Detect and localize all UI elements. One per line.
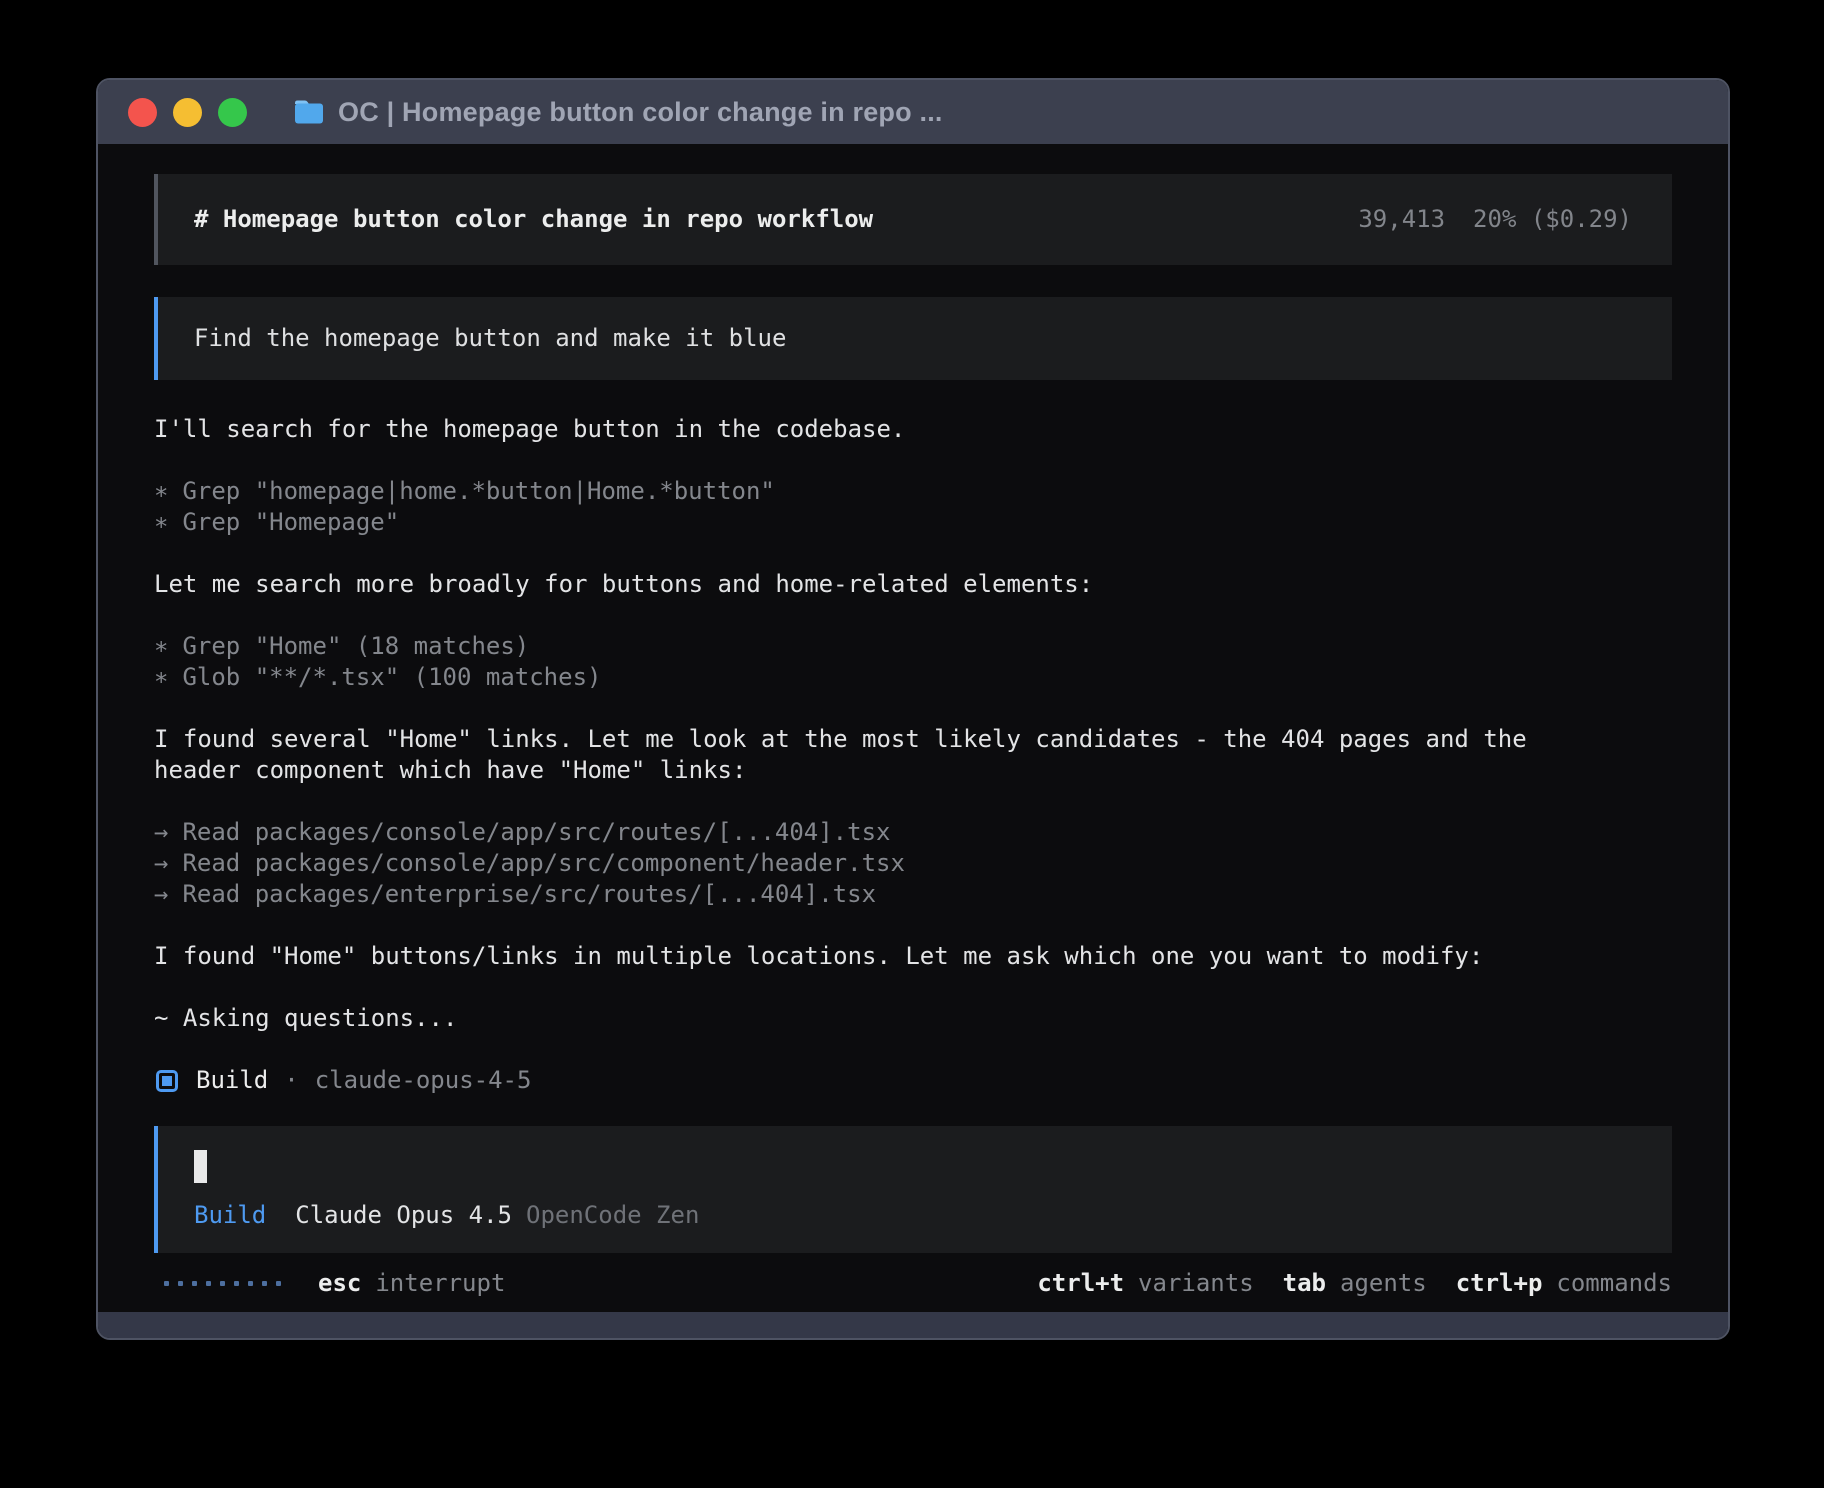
esc-label: interrupt (375, 1268, 505, 1299)
context-usage: 20% ($0.29) (1473, 204, 1632, 235)
arrow-right-icon: → (154, 817, 168, 848)
tool-call-read: → Read packages/console/app/src/componen… (154, 848, 1672, 879)
tool-call-text: Read packages/console/app/src/routes/[..… (182, 817, 890, 848)
tool-call-text: Grep "Home" (18 matches) (182, 631, 529, 662)
tool-call-grep: ∗ Grep "Homepage" (154, 507, 1672, 538)
user-message: Find the homepage button and make it blu… (154, 297, 1672, 380)
tool-call-group: ∗ Grep "Home" (18 matches) ∗ Glob "**/*.… (154, 631, 1672, 693)
shortcut-label: commands (1556, 1268, 1672, 1299)
provider-name: OpenCode Zen (526, 1200, 699, 1231)
asterisk-icon: ∗ (154, 476, 168, 507)
tool-call-text: Grep "homepage|home.*button|Home.*button… (182, 476, 774, 507)
session-header: # Homepage button color change in repo w… (154, 174, 1672, 265)
tool-call-read: → Read packages/console/app/src/routes/[… (154, 817, 1672, 848)
terminal-content: # Homepage button color change in repo w… (98, 144, 1728, 1312)
agent-build-icon (156, 1070, 178, 1092)
status-bar: esc interrupt ctrl+t variants tab agents… (154, 1268, 1672, 1299)
badge-separator: · (284, 1065, 298, 1096)
input-meta: Build Claude Opus 4.5 OpenCode Zen (194, 1200, 1632, 1231)
zoom-button[interactable] (218, 98, 247, 127)
assistant-text: I'll search for the homepage button in t… (154, 414, 1672, 445)
window-bottom-strip (98, 1312, 1728, 1338)
shortcut-commands: ctrl+p commands (1456, 1268, 1672, 1299)
arrow-right-icon: → (154, 879, 168, 910)
close-button[interactable] (128, 98, 157, 127)
agent-name: Build (196, 1065, 268, 1096)
shortcut-label: variants (1138, 1268, 1254, 1299)
window-title: OC | Homepage button color change in rep… (338, 97, 943, 128)
folder-icon (293, 99, 325, 125)
model-name[interactable]: Claude Opus 4.5 (295, 1200, 512, 1231)
session-stats: 39,413 20% ($0.29) (1358, 204, 1632, 235)
token-count: 39,413 (1358, 204, 1445, 235)
status-left: esc interrupt (154, 1268, 505, 1299)
tool-call-read: → Read packages/enterprise/src/routes/[.… (154, 879, 1672, 910)
shortcut-key: tab (1283, 1268, 1326, 1299)
assistant-text: I found several "Home" links. Let me loo… (154, 724, 1672, 786)
arrow-right-icon: → (154, 848, 168, 879)
shortcut-variants: ctrl+t variants (1037, 1268, 1253, 1299)
terminal-window: OC | Homepage button color change in rep… (96, 78, 1730, 1340)
agent-badge: Build · claude-opus-4-5 (154, 1065, 1672, 1096)
session-title: # Homepage button color change in repo w… (194, 204, 873, 235)
assistant-status-line: ~ Asking questions... (154, 1003, 1672, 1034)
shortcut-interrupt: esc interrupt (318, 1268, 505, 1299)
prompt-input[interactable]: Build Claude Opus 4.5 OpenCode Zen (154, 1126, 1672, 1253)
agent-build-icon-inner (162, 1076, 172, 1086)
tool-call-text: Read packages/enterprise/src/routes/[...… (182, 879, 876, 910)
user-message-text: Find the homepage button and make it blu… (194, 324, 786, 352)
mode-label[interactable]: Build (194, 1200, 266, 1231)
esc-key: esc (318, 1268, 361, 1299)
activity-dots-icon (164, 1281, 281, 1286)
text-cursor (194, 1150, 207, 1183)
tool-call-group: ∗ Grep "homepage|home.*button|Home.*butt… (154, 476, 1672, 538)
agent-model: claude-opus-4-5 (315, 1065, 532, 1096)
asterisk-icon: ∗ (154, 662, 168, 693)
tool-call-text: Read packages/console/app/src/component/… (182, 848, 904, 879)
titlebar: OC | Homepage button color change in rep… (98, 80, 1728, 144)
assistant-text: Let me search more broadly for buttons a… (154, 569, 1672, 600)
title-group: OC | Homepage button color change in rep… (293, 97, 943, 128)
asterisk-icon: ∗ (154, 631, 168, 662)
shortcut-agents: tab agents (1283, 1268, 1427, 1299)
tool-call-text: Glob "**/*.tsx" (100 matches) (182, 662, 601, 693)
tool-call-glob: ∗ Glob "**/*.tsx" (100 matches) (154, 662, 1672, 693)
shortcut-key: ctrl+p (1456, 1268, 1543, 1299)
asterisk-icon: ∗ (154, 507, 168, 538)
tool-call-grep: ∗ Grep "Home" (18 matches) (154, 631, 1672, 662)
tool-call-grep: ∗ Grep "homepage|home.*button|Home.*butt… (154, 476, 1672, 507)
shortcut-key: ctrl+t (1037, 1268, 1124, 1299)
minimize-button[interactable] (173, 98, 202, 127)
tool-call-text: Grep "Homepage" (182, 507, 399, 538)
assistant-text: I found "Home" buttons/links in multiple… (154, 941, 1672, 972)
tool-call-group: → Read packages/console/app/src/routes/[… (154, 817, 1672, 910)
status-right: ctrl+t variants tab agents ctrl+p comman… (1037, 1268, 1672, 1299)
shortcut-label: agents (1340, 1268, 1427, 1299)
traffic-lights (128, 98, 247, 127)
